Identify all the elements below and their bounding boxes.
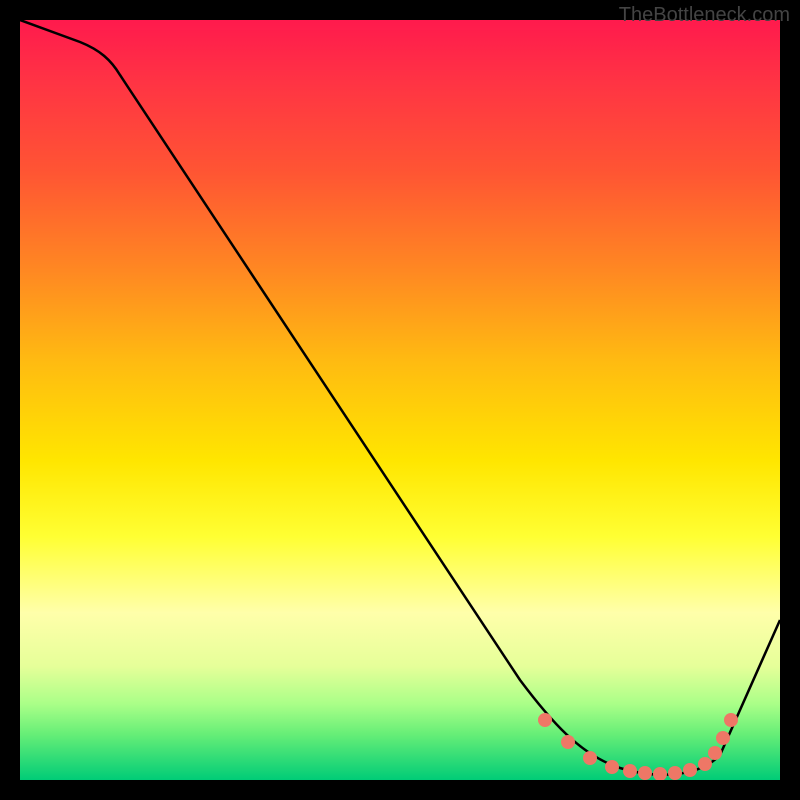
data-dot [583, 751, 597, 765]
marked-dots [538, 713, 738, 780]
data-dot [668, 766, 682, 780]
data-dot [653, 767, 667, 780]
data-dot [698, 757, 712, 771]
bottleneck-curve [20, 20, 780, 775]
data-dot [638, 766, 652, 780]
data-dot [716, 731, 730, 745]
watermark-text: TheBottleneck.com [619, 4, 790, 27]
data-dot [605, 760, 619, 774]
data-dot [708, 746, 722, 760]
data-dot [538, 713, 552, 727]
data-dot [561, 735, 575, 749]
data-dot [724, 713, 738, 727]
data-dot [683, 763, 697, 777]
data-dot [623, 764, 637, 778]
plot-area [20, 20, 780, 780]
chart-svg [20, 20, 780, 780]
